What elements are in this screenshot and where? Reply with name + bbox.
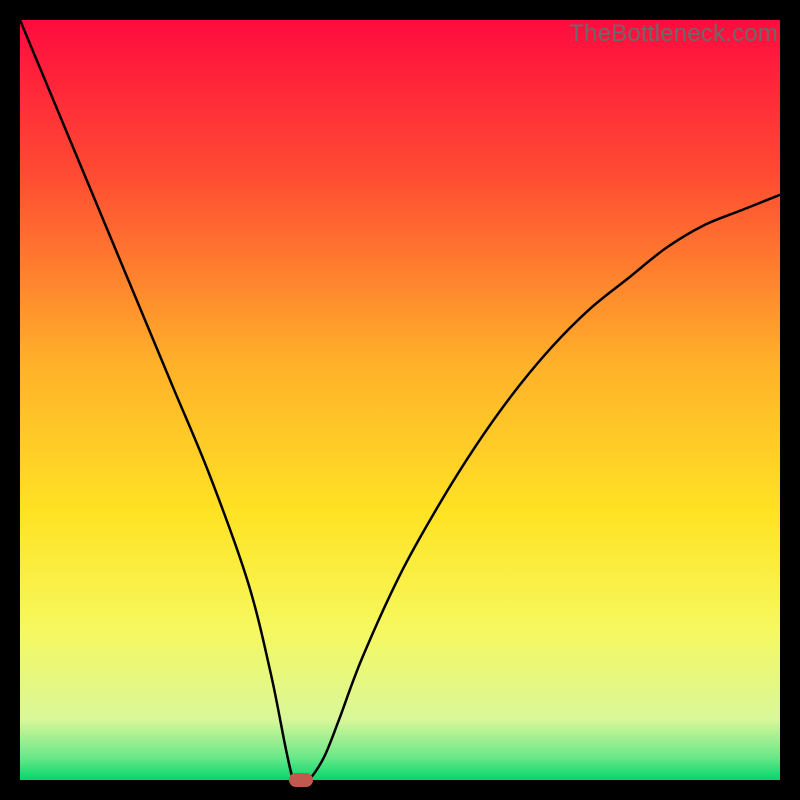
gradient-background bbox=[20, 20, 780, 780]
optimal-point-marker bbox=[289, 773, 313, 787]
chart-canvas bbox=[20, 20, 780, 780]
chart-frame: TheBottleneck.com bbox=[20, 20, 780, 780]
watermark-text: TheBottleneck.com bbox=[569, 20, 778, 48]
